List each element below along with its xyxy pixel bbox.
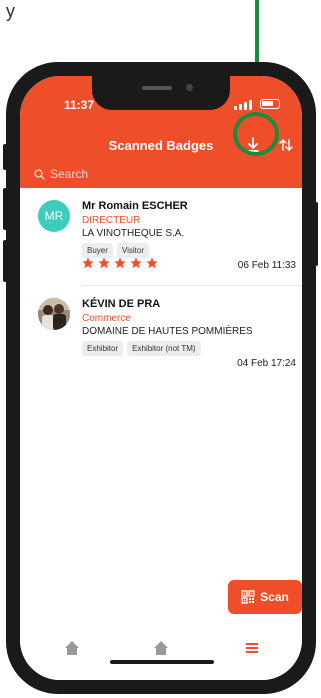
app-screen: 11:37 Scanned Badges Search MR Mr Romain… [20,76,302,680]
bottom-nav [20,624,302,680]
badge-job-title: DIRECTEUR [82,215,141,226]
signal-bar [234,106,237,110]
badge-tag: Buyer [82,243,113,258]
badge-company: LA VINOTHEQUE S.A. [82,228,185,239]
scan-button-label: Scan [260,590,289,604]
badge-scan-date: 06 Feb 11:33 [237,260,296,271]
home-icon[interactable] [62,638,82,658]
star-icon [98,257,110,269]
badge-company: DOMAINE DE HAUTES POMMIÈRES [82,326,253,337]
phone-mute-switch [3,144,7,170]
home-indicator [110,660,214,664]
badge-rating [82,257,158,269]
star-icon [146,257,158,269]
status-time: 11:37 [64,98,95,112]
annotation-highlight-circle [233,112,279,156]
phone-volume-up [3,188,7,230]
qr-code-icon [241,590,255,604]
badge-name: KÉVIN DE PRA [82,298,161,310]
avatar [38,298,70,330]
battery-icon [260,99,280,109]
badge-list-item[interactable]: KÉVIN DE PRA Commerce DOMAINE DE HAUTES … [20,286,302,384]
sort-icon[interactable] [277,136,295,154]
badge-scan-date: 04 Feb 17:24 [237,358,296,369]
badge-job-title: Commerce [82,313,131,324]
badge-list-item[interactable]: MR Mr Romain ESCHER DIRECTEUR LA VINOTHE… [20,188,302,286]
hamburger-menu-icon[interactable] [242,638,262,658]
phone-frame: 11:37 Scanned Badges Search MR Mr Romain… [3,62,318,694]
signal-bar [244,102,247,110]
scan-button[interactable]: Scan [228,580,302,614]
phone-power-button [314,202,318,266]
avatar-photo-icon [38,298,70,330]
instruction-text-content: y [6,1,15,21]
search-bar[interactable] [34,164,245,184]
search-input[interactable] [45,167,245,181]
notch-speaker [142,86,172,90]
phone-notch [92,76,230,110]
avatar: MR [38,200,70,232]
signal-bar [249,100,252,110]
instruction-text: y [0,0,321,26]
badge-list: MR Mr Romain ESCHER DIRECTEUR LA VINOTHE… [20,188,302,384]
status-indicators [234,98,290,110]
badge-tag: Exhibitor [82,341,124,356]
badge-tag: Visitor [116,243,149,258]
badge-tags: Buyer Visitor [82,243,149,258]
star-icon [82,257,94,269]
home-icon[interactable] [151,638,171,658]
signal-bar [239,104,242,110]
battery-fill [262,101,273,106]
phone-volume-down [3,240,7,282]
notch-camera [186,84,193,91]
search-icon [34,168,45,180]
badge-tags: Exhibitor Exhibitor (not TM) [82,341,201,356]
star-icon [130,257,142,269]
badge-name: Mr Romain ESCHER [82,200,188,212]
badge-tag: Exhibitor (not TM) [127,341,201,356]
star-icon [114,257,126,269]
